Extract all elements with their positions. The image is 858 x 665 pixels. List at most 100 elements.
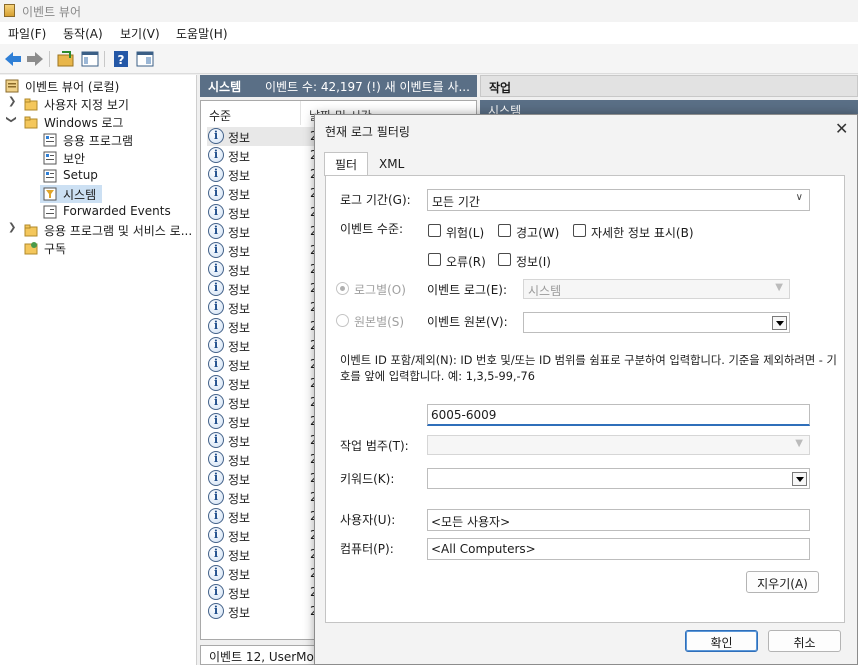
event-level: 정보 — [228, 169, 251, 183]
event-level: 정보 — [228, 454, 251, 468]
chevron-right-icon[interactable]: ❯ — [8, 96, 16, 107]
information-icon: i — [208, 432, 224, 448]
information-icon: i — [208, 147, 224, 163]
warning-label: 경고(W) — [516, 226, 560, 240]
event-level: 정보 — [228, 435, 251, 449]
information-icon: i — [208, 204, 224, 220]
event-level: 정보 — [228, 549, 251, 563]
dialog-title: 현재 로그 필터링 — [325, 125, 410, 139]
critical-label: 위험(L) — [446, 226, 485, 240]
log-period-label: 로그 기간(G): — [340, 193, 411, 207]
event-level: 정보 — [228, 226, 251, 240]
tree-item-windows-logs[interactable]: ❯ Windows 로그 — [0, 113, 196, 131]
dropdown-arrow-icon[interactable] — [772, 316, 787, 330]
toolbar: ? — [0, 44, 858, 74]
tree-item-subscriptions[interactable]: 구독 — [0, 239, 196, 257]
computer-input[interactable]: <All Computers> — [427, 538, 810, 560]
filter-panel: 로그 기간(G): 모든 기간 ∨ 이벤트 수준: 위험(L) 경고(W) 자세… — [325, 175, 845, 623]
log-header: 시스템 이벤트 수: 42,197 (!) 새 이벤트를 사... — [200, 75, 477, 97]
title-bar: 이벤트 뷰어 — [0, 0, 858, 22]
task-category-label: 작업 범주(T): — [340, 439, 409, 453]
information-icon: i — [208, 337, 224, 353]
open-folder-icon[interactable] — [56, 49, 76, 69]
tree-item-application[interactable]: 응용 프로그램 — [0, 131, 196, 149]
log-title: 시스템 — [208, 80, 242, 94]
chevron-down-icon: ∨ — [795, 192, 803, 203]
information-icon: i — [208, 128, 224, 144]
menu-file[interactable]: 파일(F) — [8, 25, 46, 42]
event-level: 정보 — [228, 340, 251, 354]
tree-item-apps-services[interactable]: ❯ 응용 프로그램 및 서비스 로... — [0, 221, 196, 239]
cancel-button[interactable]: 취소 — [768, 630, 841, 652]
back-arrow-icon[interactable] — [3, 49, 23, 69]
tab-xml[interactable]: XML — [369, 154, 415, 176]
information-icon: i — [208, 242, 224, 258]
information-icon: i — [208, 527, 224, 543]
event-level: 정보 — [228, 530, 251, 544]
verbose-checkbox[interactable] — [573, 224, 586, 237]
information-checkbox[interactable] — [498, 253, 511, 266]
tree-item-system[interactable]: 시스템 — [40, 185, 102, 203]
user-input[interactable]: <모든 사용자> — [427, 509, 810, 531]
event-level: 정보 — [228, 606, 251, 620]
tree-label: 응용 프로그램 — [63, 134, 134, 148]
chevron-down-icon: ▼ — [775, 282, 783, 293]
tab-filter[interactable]: 필터 — [324, 152, 369, 176]
menu-view[interactable]: 보기(V) — [120, 25, 160, 42]
by-source-radio[interactable] — [336, 314, 349, 327]
event-id-help: 이벤트 ID 포함/제외(N): ID 번호 및/또는 ID 범위를 쉼표로 구… — [340, 354, 837, 383]
tree-label: 사용자 지정 보기 — [44, 98, 129, 112]
tree-item-security[interactable]: 보안 — [0, 149, 196, 167]
event-level: 정보 — [228, 511, 251, 525]
tree-label: 구독 — [44, 242, 67, 256]
show-hide-action-pane-icon[interactable] — [135, 49, 155, 69]
column-header-level[interactable]: 수준 — [201, 101, 301, 125]
dropdown-arrow-icon[interactable] — [792, 472, 807, 486]
information-icon: i — [208, 185, 224, 201]
log-icon — [43, 205, 57, 219]
forward-arrow-icon[interactable] — [25, 49, 45, 69]
log-period-select[interactable]: 모든 기간 ∨ — [427, 189, 810, 211]
critical-checkbox[interactable] — [428, 224, 441, 237]
event-viewer-app-icon — [4, 4, 15, 17]
by-log-radio[interactable] — [336, 282, 349, 295]
menu-bar: 파일(F) 동작(A) 보기(V) 도움말(H) — [0, 22, 858, 44]
log-period-value: 모든 기간 — [432, 195, 480, 209]
menu-action[interactable]: 동작(A) — [63, 25, 103, 42]
help-icon[interactable]: ? — [111, 49, 131, 69]
error-checkbox[interactable] — [428, 253, 441, 266]
actions-header: 작업 — [480, 75, 858, 97]
tree-root-label: 이벤트 뷰어 (로컬) — [25, 80, 120, 94]
ok-button[interactable]: 확인 — [685, 630, 758, 652]
menu-help[interactable]: 도움말(H) — [176, 25, 228, 42]
keywords-select[interactable] — [427, 468, 810, 489]
event-level: 정보 — [228, 245, 251, 259]
close-icon[interactable]: ✕ — [835, 119, 848, 138]
tree-item-forwarded-events[interactable]: Forwarded Events — [0, 203, 196, 221]
warning-checkbox[interactable] — [498, 224, 511, 237]
tree-root[interactable]: 이벤트 뷰어 (로컬) — [0, 77, 196, 95]
log-icon — [43, 151, 57, 165]
tree-item-setup[interactable]: Setup — [0, 167, 196, 185]
information-icon: i — [208, 318, 224, 334]
event-logs-select[interactable]: 시스템 ▼ — [523, 279, 790, 299]
event-id-input[interactable]: 6005-6009 — [427, 404, 810, 426]
show-hide-tree-icon[interactable] — [80, 49, 100, 69]
navigation-tree: 이벤트 뷰어 (로컬) ❯ 사용자 지정 보기 ❯ Windows 로그 응용 … — [0, 75, 197, 665]
information-icon: i — [208, 489, 224, 505]
clear-button[interactable]: 지우기(A) — [746, 571, 819, 593]
window-title: 이벤트 뷰어 — [22, 5, 82, 19]
information-icon: i — [208, 223, 224, 239]
information-icon: i — [208, 280, 224, 296]
event-level: 정보 — [228, 492, 251, 506]
event-source-select[interactable] — [523, 312, 790, 333]
event-level: 정보 — [228, 473, 251, 487]
chevron-down-icon[interactable]: ❯ — [6, 115, 17, 123]
event-level: 정보 — [228, 378, 251, 392]
filter-dialog: 현재 로그 필터링 ✕ 필터 XML 로그 기간(G): 모든 기간 ∨ 이벤트… — [314, 114, 858, 665]
chevron-right-icon[interactable]: ❯ — [8, 222, 16, 233]
tree-item-custom-views[interactable]: ❯ 사용자 지정 보기 — [0, 95, 196, 113]
tree-label: Forwarded Events — [63, 204, 171, 218]
task-category-select[interactable]: ▼ — [427, 435, 810, 455]
information-icon: i — [208, 375, 224, 391]
